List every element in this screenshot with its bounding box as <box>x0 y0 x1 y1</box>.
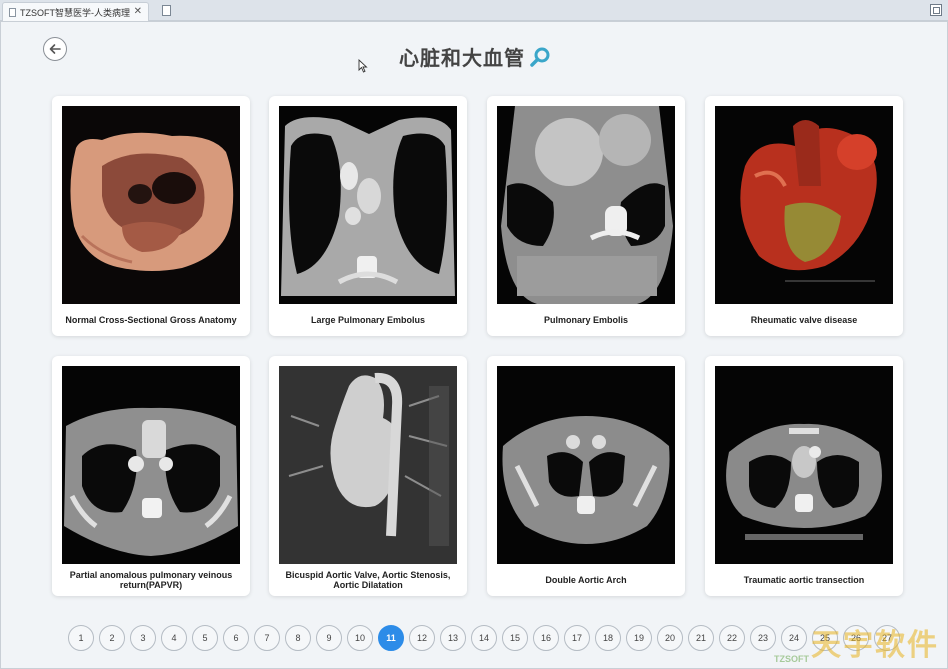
page-button[interactable]: 14 <box>471 625 497 651</box>
restore-window-icon[interactable] <box>930 4 942 16</box>
page-button[interactable]: 15 <box>502 625 528 651</box>
arrow-left-icon <box>49 44 61 54</box>
card-caption: Double Aortic Arch <box>545 575 627 585</box>
case-card[interactable]: Partial anomalous pulmonary veinous retu… <box>52 356 250 596</box>
card-caption: Rheumatic valve disease <box>750 315 858 325</box>
page-button[interactable]: 17 <box>564 625 590 651</box>
browser-tab-bar: TZSOFT智慧医学-人类病理诊断 ✕ <box>0 0 948 21</box>
case-card[interactable]: Traumatic aortic transection <box>705 356 903 596</box>
page-button[interactable]: 7 <box>254 625 280 651</box>
watermark-logo: TZSOFT 天宇软件 <box>774 620 939 664</box>
page-button[interactable]: 12 <box>409 625 435 651</box>
watermark-sub: TZSOFT <box>774 654 809 664</box>
ct-scan-image <box>279 106 457 304</box>
page-button[interactable]: 19 <box>626 625 652 651</box>
ct-scan-image <box>715 366 893 564</box>
page-button[interactable]: 9 <box>316 625 342 651</box>
page-button[interactable]: 3 <box>130 625 156 651</box>
ct-scan-image <box>62 366 240 564</box>
case-card[interactable]: Pulmonary Embolis <box>487 96 685 336</box>
card-caption: Large Pulmonary Embolus <box>310 315 426 325</box>
page-button[interactable]: 13 <box>440 625 466 651</box>
card-caption: Partial anomalous pulmonary veinous retu… <box>69 570 233 590</box>
mra-image <box>279 366 457 564</box>
page-header: 心脏和大血管 <box>399 42 551 71</box>
page-button[interactable]: 8 <box>285 625 311 651</box>
new-tab-icon[interactable] <box>162 5 171 16</box>
browser-tab[interactable]: TZSOFT智慧医学-人类病理诊断 ✕ <box>2 2 149 21</box>
tab-close-icon[interactable]: ✕ <box>134 6 142 17</box>
page-button[interactable]: 22 <box>719 625 745 651</box>
page-button[interactable]: 5 <box>192 625 218 651</box>
card-caption: Traumatic aortic transection <box>743 575 865 585</box>
case-card[interactable]: Double Aortic Arch <box>487 356 685 596</box>
page-button[interactable]: 11 <box>378 625 404 651</box>
page-icon <box>9 7 16 17</box>
page-button[interactable]: 20 <box>657 625 683 651</box>
gross-anatomy-image <box>62 106 240 304</box>
page-button[interactable]: 23 <box>750 625 776 651</box>
case-card[interactable]: Rheumatic valve disease <box>705 96 903 336</box>
page-content: 心脏和大血管 Normal Cross-Sectional Gross Anat… <box>0 21 948 669</box>
page-button[interactable]: 10 <box>347 625 373 651</box>
ct-scan-image <box>497 366 675 564</box>
card-caption: Normal Cross-Sectional Gross Anatomy <box>65 315 237 325</box>
case-card[interactable]: Normal Cross-Sectional Gross Anatomy <box>52 96 250 336</box>
case-card[interactable]: Large Pulmonary Embolus <box>269 96 467 336</box>
mouse-cursor-icon <box>358 59 368 73</box>
page-button[interactable]: 6 <box>223 625 249 651</box>
watermark-text: 天宇软件 <box>811 628 939 663</box>
page-title: 心脏和大血管 <box>399 46 525 70</box>
page-button[interactable]: 2 <box>99 625 125 651</box>
page-button[interactable]: 1 <box>68 625 94 651</box>
card-caption: Bicuspid Aortic Valve, Aortic Stenosis, … <box>285 570 451 590</box>
3d-heart-render-image <box>715 106 893 304</box>
page-button[interactable]: 18 <box>595 625 621 651</box>
tab-title: TZSOFT智慧医学-人类病理诊断 <box>20 7 130 18</box>
card-caption: Pulmonary Embolis <box>543 315 629 325</box>
page-button[interactable]: 16 <box>533 625 559 651</box>
page-button[interactable]: 21 <box>688 625 714 651</box>
ct-scan-image <box>497 106 675 304</box>
page-button[interactable]: 4 <box>161 625 187 651</box>
back-button[interactable] <box>43 37 67 61</box>
case-card[interactable]: Bicuspid Aortic Valve, Aortic Stenosis, … <box>269 356 467 596</box>
search-icon[interactable] <box>529 46 551 68</box>
